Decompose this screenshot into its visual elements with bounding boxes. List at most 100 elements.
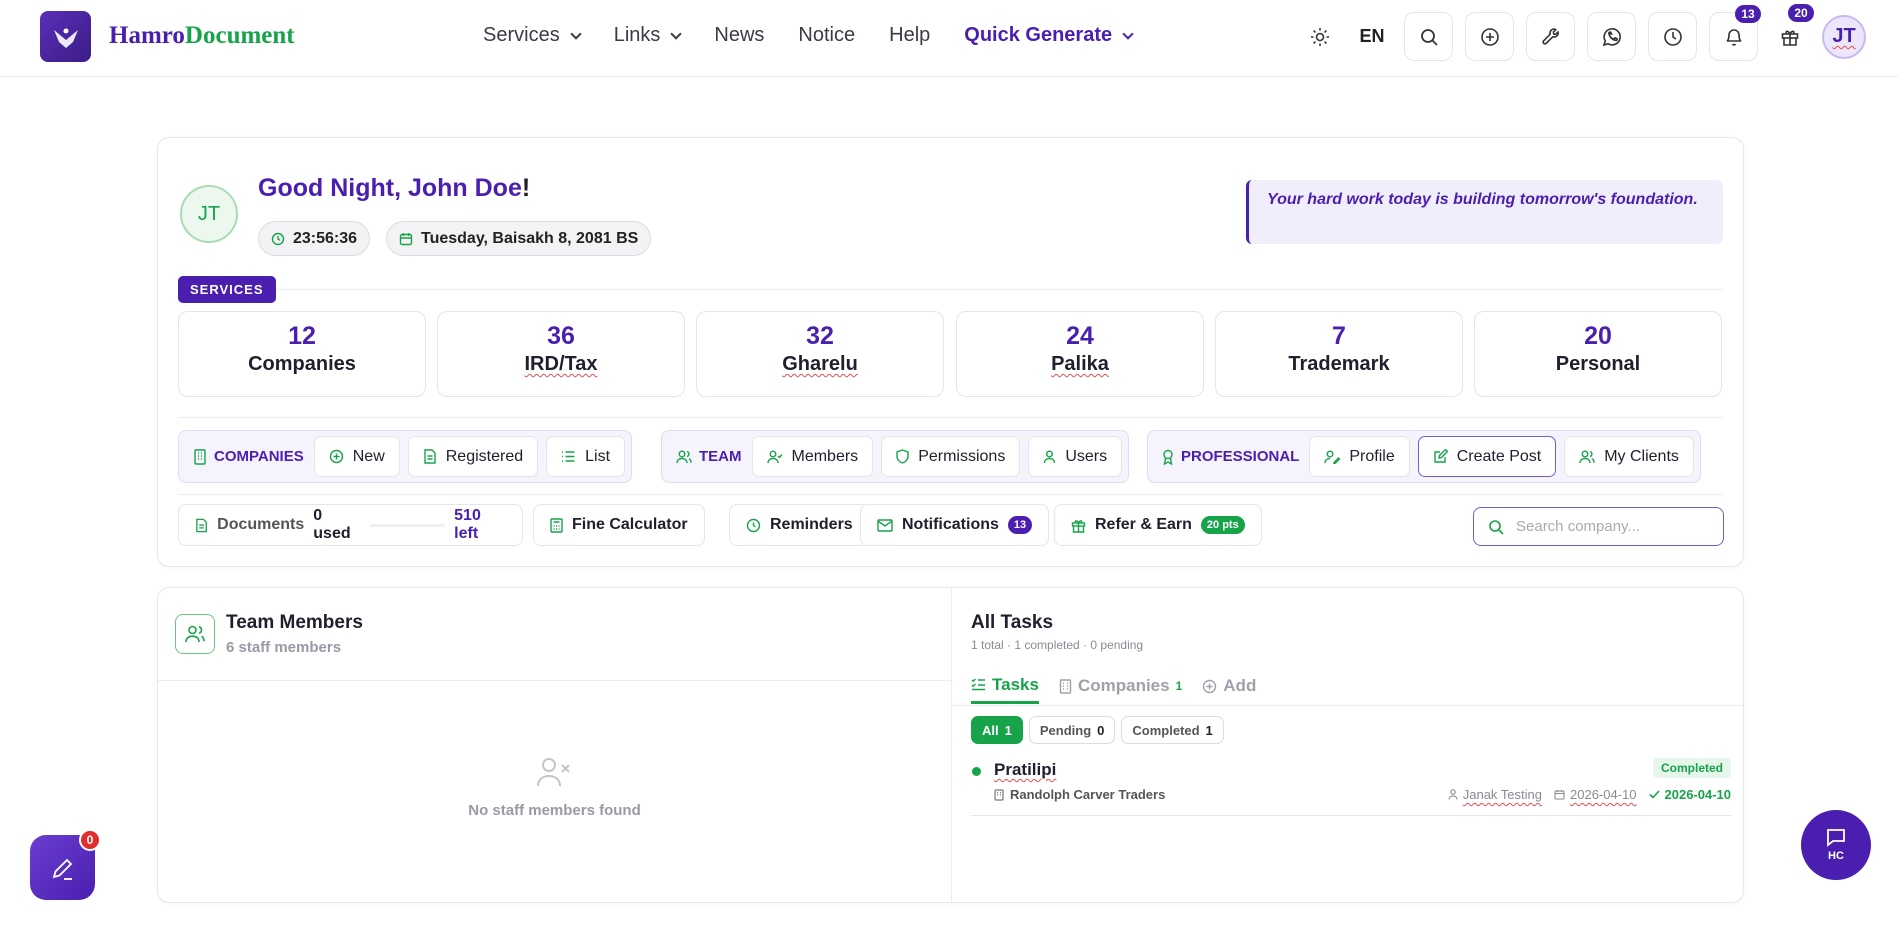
team-tasks-card: Team Members 6 staff members No staff me… — [157, 587, 1744, 903]
notifications-button[interactable]: 13 — [1709, 5, 1761, 61]
plus-circle-icon — [1480, 27, 1499, 46]
brand-name-part2: Document — [184, 22, 295, 49]
draft-count-badge: 0 — [79, 829, 101, 851]
nav-links[interactable]: Links — [614, 24, 683, 47]
check-icon — [1648, 790, 1660, 799]
stat-count: 7 — [1332, 322, 1346, 350]
tools-button[interactable] — [1526, 12, 1575, 61]
nav-quick-generate[interactable]: Quick Generate — [964, 24, 1134, 47]
tab-add[interactable]: Add — [1202, 668, 1256, 704]
motivation-quote: Your hard work today is building tomorro… — [1246, 180, 1723, 244]
stat-card-trademark[interactable]: 7 Trademark — [1215, 311, 1463, 397]
task-row[interactable]: Pratilipi Randolph Carver Traders Comple… — [971, 758, 1731, 816]
task-status-badge: Completed — [1652, 758, 1731, 778]
nav-help[interactable]: Help — [889, 24, 930, 47]
chevron-down-icon — [670, 27, 683, 40]
filter-completed-label: Completed — [1132, 722, 1200, 738]
filter-completed-chip[interactable]: Completed 1 — [1121, 716, 1224, 744]
task-assignee: Janak Testing — [1448, 787, 1542, 802]
nav-help-label: Help — [889, 24, 931, 46]
brand-logo[interactable] — [40, 11, 91, 62]
nav-notice-label: Notice — [798, 24, 856, 46]
gifts-count-badge: 20 — [1788, 4, 1814, 22]
notifications-label: Notifications — [902, 516, 999, 533]
task-status-dot — [972, 767, 981, 776]
wrench-icon — [1541, 27, 1559, 45]
stat-label: IRD/Tax — [524, 353, 598, 375]
new-company-button[interactable]: New — [313, 436, 400, 477]
clock-icon — [271, 232, 285, 245]
building-icon — [1059, 678, 1072, 694]
stat-card-personal[interactable]: 20 Personal — [1474, 311, 1722, 397]
task-due-date: 2026-04-10 — [1554, 787, 1637, 802]
team-group-label: TEAM — [676, 448, 742, 465]
team-members-subtitle: 6 staff members — [226, 639, 342, 656]
user-avatar[interactable]: JT — [1822, 14, 1866, 59]
clock-icon — [1663, 27, 1682, 46]
nav-services[interactable]: Services — [483, 24, 582, 47]
calendar-icon — [1554, 790, 1565, 800]
stat-label: Trademark — [1288, 353, 1390, 375]
help-chat-fab-button[interactable]: HC — [1801, 810, 1871, 880]
theme-toggle-button[interactable] — [1300, 12, 1340, 61]
search-button[interactable] — [1404, 12, 1453, 61]
team-header-divider — [158, 680, 951, 681]
whatsapp-button[interactable] — [1587, 12, 1636, 61]
refer-points-badge: 20 pts — [1200, 516, 1245, 534]
gift-icon — [1781, 30, 1799, 46]
brand-name[interactable]: HamroDocument — [109, 22, 295, 50]
stat-label: Companies — [248, 353, 356, 375]
filter-pending-chip[interactable]: Pending 0 — [1028, 716, 1116, 744]
task-completed-date-value: 2026-04-10 — [1664, 787, 1732, 802]
search-icon — [1489, 519, 1504, 535]
sun-icon — [1311, 27, 1329, 46]
permissions-label: Permissions — [918, 447, 1006, 465]
brand-name-part1: Hamro — [109, 22, 185, 49]
add-button[interactable] — [1465, 12, 1514, 61]
refer-earn-button[interactable]: Refer & Earn 20 pts — [1054, 504, 1262, 546]
my-clients-button[interactable]: My Clients — [1564, 436, 1694, 477]
permissions-button[interactable]: Permissions — [881, 436, 1021, 477]
profile-button[interactable]: Profile — [1309, 436, 1410, 477]
reminders-button[interactable]: Reminders — [729, 504, 870, 546]
stat-card-ird-tax[interactable]: 36 IRD/Tax — [437, 311, 685, 397]
create-post-button[interactable]: Create Post — [1417, 436, 1557, 477]
language-button[interactable]: EN — [1352, 12, 1392, 61]
task-completed-date: 2026-04-10 — [1648, 787, 1732, 802]
task-name: Pratilipi — [994, 760, 1057, 779]
award-icon — [1163, 449, 1173, 465]
users-icon — [676, 450, 692, 463]
companies-group: COMPANIES New Registered List — [178, 430, 633, 483]
notifications-count-badge: 13 — [1735, 5, 1761, 23]
gifts-button[interactable]: 20 — [1770, 4, 1814, 61]
nav-news[interactable]: News — [714, 24, 764, 47]
company-search-input[interactable] — [1516, 518, 1696, 535]
chat-icon — [1827, 829, 1845, 847]
stat-card-companies[interactable]: 12 Companies — [178, 311, 426, 397]
fine-calculator-button[interactable]: Fine Calculator — [533, 504, 705, 546]
task-due-date-value: 2026-04-10 — [1570, 787, 1637, 802]
notifications-tool-button[interactable]: Notifications 13 — [860, 504, 1050, 546]
documents-usage[interactable]: Documents 0 used 510 left — [178, 504, 523, 546]
registered-companies-button[interactable]: Registered — [407, 436, 539, 477]
team-members-button[interactable]: Members — [751, 436, 874, 477]
company-list-button[interactable]: List — [546, 436, 626, 477]
draft-fab-button[interactable]: 0 — [30, 829, 101, 900]
filter-all-chip[interactable]: All 1 — [971, 716, 1023, 744]
stat-card-palika[interactable]: 24 Palika — [956, 311, 1204, 397]
nav-notice[interactable]: Notice — [798, 24, 855, 47]
column-divider — [951, 588, 952, 902]
stat-card-gharelu[interactable]: 32 Gharelu — [696, 311, 944, 397]
task-assignee-name: Janak Testing — [1462, 787, 1542, 802]
tabs-divider — [951, 705, 1743, 706]
professional-group-label: PROFESSIONAL — [1162, 448, 1299, 465]
users-button[interactable]: Users — [1028, 436, 1123, 477]
user-icon — [1044, 450, 1056, 463]
tasks-tabs: Tasks Companies 1 Add — [971, 668, 1256, 704]
tab-tasks[interactable]: Tasks — [971, 668, 1039, 704]
greeting-heading: Good Night, John Doe! — [258, 174, 530, 203]
search-icon — [1420, 28, 1438, 46]
company-search-box[interactable] — [1473, 507, 1724, 546]
tab-companies[interactable]: Companies 1 — [1059, 668, 1182, 704]
history-button[interactable] — [1648, 12, 1697, 61]
